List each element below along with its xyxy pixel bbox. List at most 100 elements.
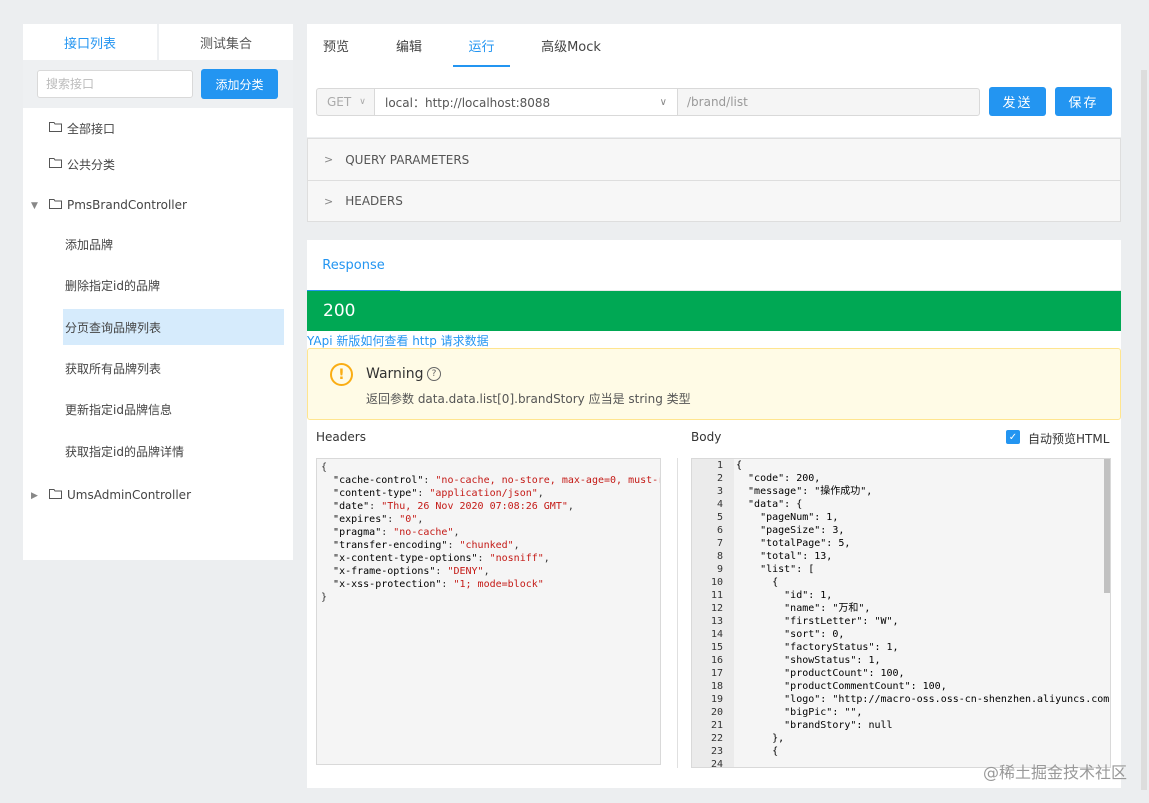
leaf-all-brand-list[interactable]: 获取所有品牌列表 (63, 350, 284, 386)
warning-alert: ! Warning ? 返回参数 data.data.list[0].brand… (307, 348, 1121, 420)
host-select[interactable]: local：http://localhost:8088 ∨ (374, 88, 678, 116)
tree-item-label: 公共分类 (67, 157, 116, 172)
header-code-line: "date": "Thu, 26 Nov 2020 07:08:26 GMT", (333, 501, 574, 512)
method-select[interactable]: GET ∨ (316, 88, 375, 116)
leaf-update-brand[interactable]: 更新指定id品牌信息 (63, 391, 284, 427)
request-bar: GET ∨ local：http://localhost:8088 ∨ /bra… (307, 67, 1121, 137)
tab-edit[interactable]: 编辑 (381, 24, 437, 67)
tree-item-public[interactable]: 公共分类 (49, 150, 115, 178)
request-sections: > QUERY PARAMETERS > HEADERS (307, 138, 1121, 222)
line-number: 19 (710, 694, 723, 705)
tab-test-collection[interactable]: 测试集合 (159, 24, 293, 60)
sidebar: 接口列表 测试集合 添加分类 全部接口 公共分类 ▼ PmsBrandContr… (23, 24, 293, 560)
header-code-line: "cache-control": "no-cache, no-store, ma… (333, 475, 661, 486)
section-label: HEADERS (345, 194, 403, 208)
body-code-line: "factoryStatus": 1, (736, 642, 899, 653)
body-code-line: "productCommentCount": 100, (736, 681, 947, 692)
body-code-line: "logo": "http://macro-oss.oss-cn-shenzhe… (736, 694, 1110, 705)
body-code-line: { (736, 460, 743, 471)
line-number: 18 (710, 681, 723, 692)
line-number: 12 (710, 603, 723, 614)
body-code-line: }, (736, 733, 785, 744)
headers-label: Headers (316, 430, 366, 444)
search-row: 添加分类 (23, 60, 293, 108)
line-number: 11 (710, 590, 723, 601)
body-code-line: "totalPage": 5, (736, 538, 851, 549)
body-code-line: "pageSize": 3, (736, 525, 845, 536)
response-panel: Response 200 YApi 新版如何查看 http 请求数据 ! War… (307, 240, 1121, 788)
body-code-line: "total": 13, (736, 551, 833, 562)
tab-interface-list[interactable]: 接口列表 (23, 24, 157, 60)
line-number: 4 (716, 499, 723, 510)
line-number: 20 (710, 707, 723, 718)
line-number: 3 (716, 486, 723, 497)
header-code-line: "transfer-encoding": "chunked", (333, 540, 520, 551)
line-number: 13 (710, 616, 723, 627)
chevron-right-icon: > (324, 194, 334, 208)
status-code-bar: 200 (307, 291, 1121, 331)
folder-icon (49, 121, 62, 135)
watermark: @稀土掘金技术社区 (982, 763, 1127, 782)
tree-item-ums-admin-controller[interactable]: UmsAdminController (49, 481, 191, 509)
line-number: 6 (716, 525, 723, 536)
body-code-line: "brandStory": null (736, 720, 893, 731)
tab-response[interactable]: Response (307, 240, 400, 292)
line-number: 7 (716, 538, 723, 549)
body-code-line: "sort": 0, (736, 629, 845, 640)
body-code-line: "name": "万和", (736, 603, 871, 614)
headers-code[interactable]: { "cache-control": "no-cache, no-store, … (316, 458, 661, 765)
line-number: 24 (710, 759, 723, 768)
leaf-page-brand-list[interactable]: 分页查询品牌列表 (63, 309, 284, 345)
tab-advanced-mock[interactable]: 高级Mock (526, 24, 616, 67)
leaf-add-brand[interactable]: 添加品牌 (63, 226, 284, 262)
body-code-line: "productCount": 100, (736, 668, 905, 679)
sidebar-tabs: 接口列表 测试集合 (23, 24, 293, 60)
help-link[interactable]: YApi 新版如何查看 http 请求数据 (307, 332, 489, 349)
scrollbar[interactable] (1104, 459, 1110, 593)
tree-item-label: 全部接口 (67, 121, 116, 136)
page-scrollbar[interactable] (1141, 70, 1147, 790)
warning-icon: ! (330, 363, 353, 386)
line-number: 16 (710, 655, 723, 666)
response-tabbar: Response (307, 240, 1121, 292)
line-number: 9 (716, 564, 723, 575)
body-code-line: "pageNum": 1, (736, 512, 839, 523)
leaf-delete-brand[interactable]: 删除指定id的品牌 (63, 267, 284, 303)
save-button[interactable]: 保存 (1055, 87, 1112, 116)
chevron-down-icon: ∨ (359, 97, 366, 107)
tree-item-all[interactable]: 全部接口 (49, 114, 115, 142)
method-value: GET (327, 95, 352, 109)
folder-icon (49, 488, 62, 502)
headers-section[interactable]: > HEADERS (308, 180, 1120, 221)
body-code-line: "data": { (736, 499, 803, 510)
send-button[interactable]: 发送 (989, 87, 1046, 116)
tab-preview[interactable]: 预览 (307, 24, 365, 67)
folder-icon (49, 157, 62, 171)
auto-preview-checkbox[interactable]: ✓ (1006, 430, 1020, 444)
body-code-line: { (736, 577, 779, 588)
body-code[interactable]: 1 2 3 4 5 6 7 8 9 10 11 12 13 14 15 16 17 18 19 20 21 22 23 24 … (691, 458, 1111, 768)
body-code-line: "firstLetter": "W", (736, 616, 899, 627)
add-category-button[interactable]: 添加分类 (201, 69, 278, 99)
caret-down-icon[interactable]: ▼ (31, 201, 38, 211)
path-input[interactable]: /brand/list (677, 88, 980, 116)
body-code-line: { (736, 746, 779, 757)
query-parameters-section[interactable]: > QUERY PARAMETERS (308, 139, 1120, 180)
line-number: 10 (710, 577, 723, 588)
caret-right-icon[interactable]: ▶ (31, 491, 38, 501)
line-number: 21 (710, 720, 723, 731)
header-code-line: } (321, 592, 328, 603)
question-icon[interactable]: ? (427, 367, 441, 381)
tree-item-pms-brand-controller[interactable]: PmsBrandController (49, 191, 187, 219)
search-input[interactable] (37, 70, 193, 98)
line-number-gutter: 1 2 3 4 5 6 7 8 9 10 11 12 13 14 15 16 17 18 19 20 21 22 23 24 (692, 459, 734, 767)
header-code-line: "pragma": "no-cache", (333, 527, 460, 538)
warning-title: Warning (366, 366, 424, 382)
line-number: 23 (710, 746, 723, 757)
divider (677, 458, 678, 768)
leaf-brand-detail[interactable]: 获取指定id的品牌详情 (63, 433, 284, 469)
tree-item-label: PmsBrandController (67, 198, 187, 212)
header-code-line: "x-content-type-options": "nosniff", (333, 553, 550, 564)
tab-run[interactable]: 运行 (453, 24, 510, 67)
line-number: 22 (710, 733, 723, 744)
